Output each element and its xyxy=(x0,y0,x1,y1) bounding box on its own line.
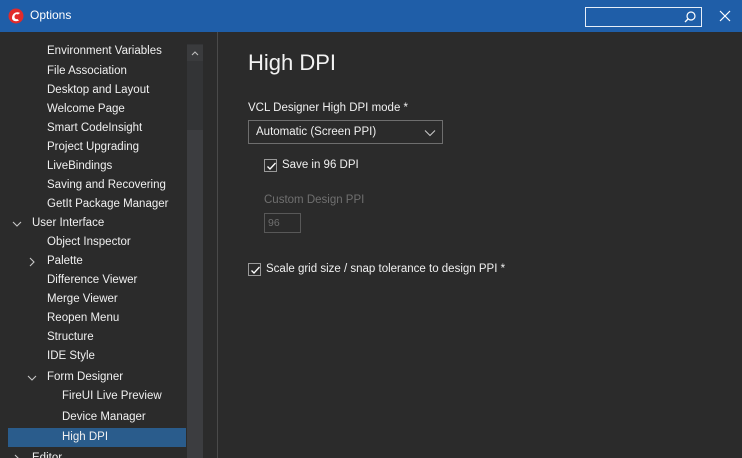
tree-item-label: High DPI xyxy=(62,431,109,443)
scroll-up-button[interactable] xyxy=(187,45,203,61)
close-button[interactable] xyxy=(708,0,742,32)
tree-item-structure[interactable]: Structure xyxy=(8,328,186,347)
tree-item-label: Reopen Menu xyxy=(47,312,120,324)
scale-grid-label: Scale grid size / snap tolerance to desi… xyxy=(266,263,506,275)
tree-item-form-designer[interactable]: Form Designer xyxy=(8,368,186,387)
title-bar: Options xyxy=(0,0,742,32)
tree-item-saving-and-recovering[interactable]: Saving and Recovering xyxy=(8,176,186,195)
tree-item-getit-package-manager[interactable]: GetIt Package Manager xyxy=(8,195,186,214)
tree-item-label: Saving and Recovering xyxy=(47,179,166,191)
tree-item-label: Desktop and Layout xyxy=(47,84,150,96)
tree-item-editor[interactable]: Editor xyxy=(8,449,186,458)
search-icon[interactable] xyxy=(683,10,697,24)
tree-item-label: Welcome Page xyxy=(47,103,125,115)
tree-item-ide-style[interactable]: IDE Style xyxy=(8,347,186,366)
tree-item-user-interface[interactable]: User Interface xyxy=(8,214,186,233)
tree-item-label: User Interface xyxy=(32,217,105,229)
tree-item-file-association[interactable]: File Association xyxy=(8,62,186,81)
custom-design-ppi-input[interactable]: 96 xyxy=(264,213,301,233)
tree-item-palette[interactable]: Palette xyxy=(8,252,186,271)
chevron-up-icon xyxy=(191,51,199,56)
chevron-down-icon[interactable] xyxy=(26,372,38,384)
search-box[interactable] xyxy=(585,7,702,27)
tree-item-label: Difference Viewer xyxy=(47,274,138,286)
tree-item-label: Project Upgrading xyxy=(47,141,140,153)
tree-item-smart-codeinsight[interactable]: Smart CodeInsight xyxy=(8,119,186,138)
tree-item-label: Structure xyxy=(47,331,94,343)
chevron-right-icon[interactable] xyxy=(26,256,38,268)
tree-item-label: FireUI Live Preview xyxy=(62,390,162,402)
page-title: High DPI xyxy=(248,50,337,75)
tree-item-object-inspector[interactable]: Object Inspector xyxy=(8,233,186,252)
tree-item-label: IDE Style xyxy=(47,350,95,362)
chevron-right-icon[interactable] xyxy=(11,453,23,458)
tree-item-merge-viewer[interactable]: Merge Viewer xyxy=(8,290,186,309)
tree-item-label: Form Designer xyxy=(47,371,124,383)
close-icon xyxy=(719,10,731,22)
tree-item-label: Palette xyxy=(47,255,83,267)
tree-item-label: File Association xyxy=(47,65,127,77)
save-96-dpi-checkbox[interactable] xyxy=(264,158,277,172)
app-logo-icon xyxy=(8,8,24,24)
dpi-mode-select[interactable]: Automatic (Screen PPI) xyxy=(248,120,443,144)
custom-design-ppi-value: 96 xyxy=(268,217,280,229)
tree-item-device-manager[interactable]: Device Manager xyxy=(8,408,186,427)
tree-item-label: Smart CodeInsight xyxy=(47,122,143,134)
tree-item-reopen-menu[interactable]: Reopen Menu xyxy=(8,309,186,328)
tree-item-label: Object Inspector xyxy=(47,236,131,248)
tree-item-project-upgrading[interactable]: Project Upgrading xyxy=(8,138,186,157)
scale-grid-row[interactable]: Scale grid size / snap tolerance to desi… xyxy=(248,261,505,277)
dpi-mode-value: Automatic (Screen PPI) xyxy=(256,126,377,138)
settings-panel: High DPI VCL Designer High DPI mode * Au… xyxy=(218,32,742,458)
window-title: Options xyxy=(30,8,72,22)
tree-item-desktop-and-layout[interactable]: Desktop and Layout xyxy=(8,81,186,100)
tree-item-label: Editor xyxy=(32,452,63,458)
tree-item-label: GetIt Package Manager xyxy=(47,198,169,210)
search-input[interactable] xyxy=(588,9,678,25)
checkmark-icon xyxy=(267,162,276,170)
checkmark-icon xyxy=(251,266,260,274)
tree-item-fireui-live-preview[interactable]: FireUI Live Preview xyxy=(8,387,186,406)
tree-item-high-dpi[interactable]: High DPI xyxy=(8,428,186,447)
chevron-down-icon xyxy=(424,127,436,139)
save-96-dpi-label: Save in 96 DPI xyxy=(282,159,359,171)
dpi-mode-label: VCL Designer High DPI mode * xyxy=(248,102,409,114)
tree-item-label: Merge Viewer xyxy=(47,293,118,305)
tree-item-label: Environment Variables xyxy=(47,45,162,57)
tree-item-welcome-page[interactable]: Welcome Page xyxy=(8,100,186,119)
tree-item-label: Device Manager xyxy=(62,411,146,423)
tree-item-label: LiveBindings xyxy=(47,160,113,172)
tree-item-difference-viewer[interactable]: Difference Viewer xyxy=(8,271,186,290)
chevron-down-icon[interactable] xyxy=(11,218,23,230)
tree-item-livebindings[interactable]: LiveBindings xyxy=(8,157,186,176)
options-tree: Environment Variables File Association D… xyxy=(0,32,210,458)
scrollbar-thumb[interactable] xyxy=(187,130,203,458)
custom-design-ppi-label: Custom Design PPI xyxy=(264,194,365,206)
save-96-dpi-row[interactable]: Save in 96 DPI xyxy=(264,157,359,173)
scale-grid-checkbox[interactable] xyxy=(248,262,261,276)
